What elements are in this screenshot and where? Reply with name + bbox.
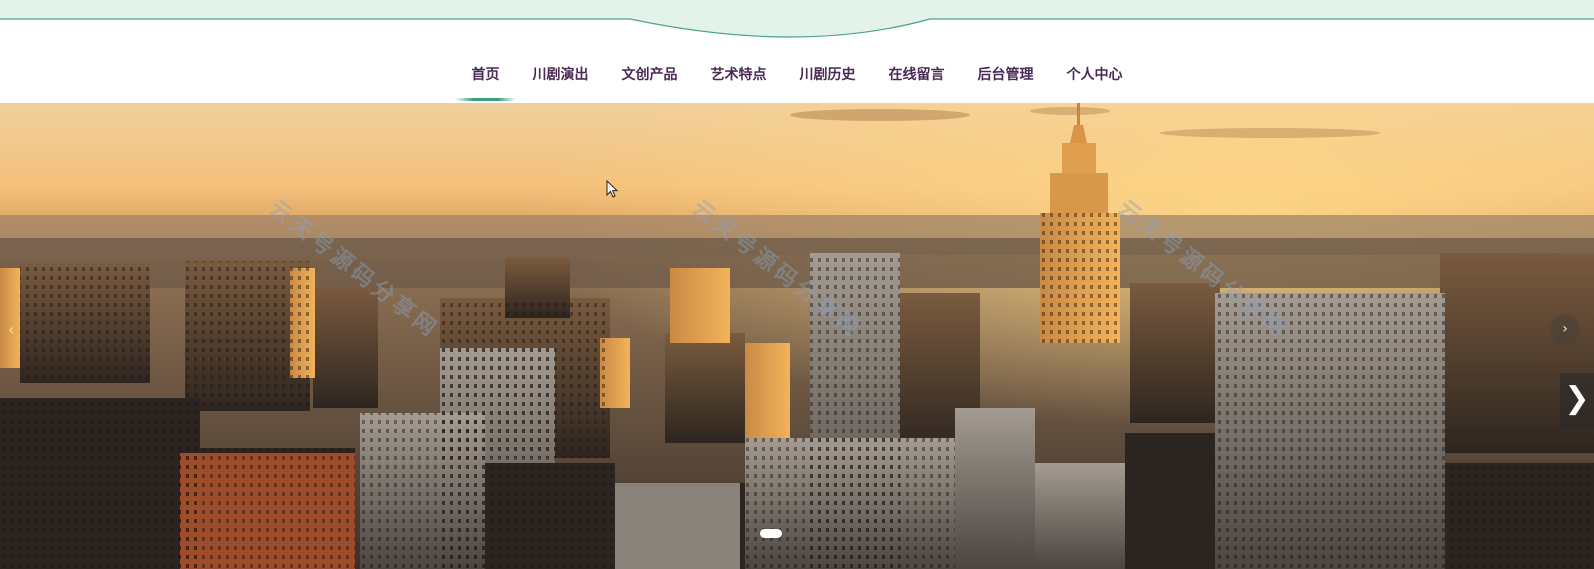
- carousel-next-button[interactable]: ❯: [1560, 373, 1594, 429]
- nav-item-opera-history[interactable]: 川剧历史: [783, 40, 872, 103]
- city-skyline-image: [0, 103, 1594, 569]
- nav-item-admin[interactable]: 后台管理: [961, 40, 1050, 103]
- main-nav: 首页 川剧演出 文创产品 艺术特点 川剧历史 在线留言 后台管理 个人中心: [0, 40, 1594, 103]
- nav-item-personal-center[interactable]: 个人中心: [1050, 40, 1139, 103]
- main-navbar: 首页 川剧演出 文创产品 艺术特点 川剧历史 在线留言 后台管理 个人中心: [0, 40, 1594, 103]
- carousel-indicators: [760, 529, 782, 538]
- nav-item-online-messages[interactable]: 在线留言: [872, 40, 961, 103]
- top-decorative-band: [0, 0, 1594, 40]
- chevron-right-icon: ❯: [1564, 381, 1590, 416]
- carousel-next-small-button[interactable]: ›: [1550, 315, 1580, 345]
- carousel-prev-icon[interactable]: ‹: [8, 320, 14, 339]
- nav-item-home[interactable]: 首页: [455, 40, 516, 103]
- top-wave-decoration: [0, 0, 1594, 38]
- nav-item-opera-performances[interactable]: 川剧演出: [516, 40, 605, 103]
- carousel-dot-active[interactable]: [760, 529, 782, 538]
- nav-item-cultural-products[interactable]: 文创产品: [605, 40, 694, 103]
- hero-banner-carousel: 云天号源码分享网 云天号源码分享网 云天号源码分享网 ‹ › ❯: [0, 103, 1594, 569]
- nav-item-art-features[interactable]: 艺术特点: [694, 40, 783, 103]
- chevron-right-icon: ›: [1562, 321, 1568, 337]
- mouse-pointer-icon: [606, 180, 619, 198]
